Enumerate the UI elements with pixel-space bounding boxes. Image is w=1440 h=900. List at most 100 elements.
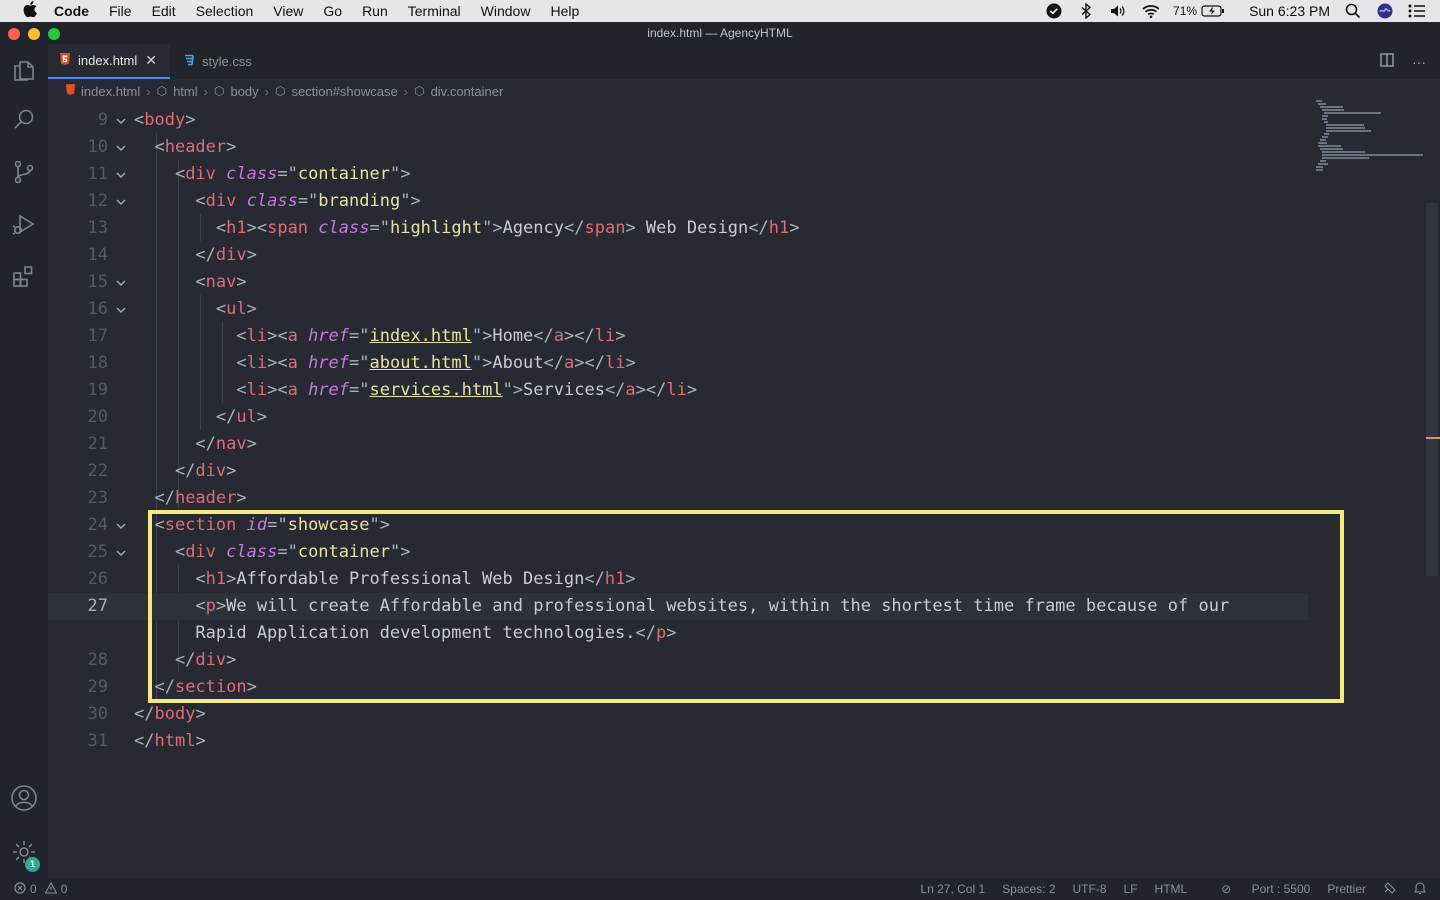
code-line[interactable]: 11 <div class="container"> [48, 161, 1308, 188]
app-menu-code[interactable]: Code [54, 3, 89, 19]
fold-chevron-icon[interactable] [116, 512, 128, 541]
code-token: We will create Affordable and profession… [226, 596, 1230, 616]
code-token: Web Design [645, 218, 749, 238]
battery-percent: 71% [1173, 4, 1198, 18]
code-line[interactable]: 16 <ul> [48, 296, 1308, 323]
dropbox-check-icon[interactable] [1045, 3, 1063, 19]
vertical-scrollbar[interactable] [1426, 203, 1438, 576]
language-mode[interactable]: HTML [1155, 882, 1188, 896]
live-server-port[interactable]: ⊘ Port : 5500 [1204, 882, 1310, 896]
code-line[interactable]: 12 <div class="branding"> [48, 188, 1308, 215]
minimap[interactable] [1316, 100, 1426, 171]
indentation[interactable]: Spaces: 2 [1002, 882, 1055, 896]
cursor-position[interactable]: Ln 27, Col 1 [920, 882, 985, 896]
code-line[interactable]: 13 <h1><span class="highlight">Agency</s… [48, 215, 1308, 242]
fold-chevron-icon[interactable] [116, 188, 128, 217]
end-of-line[interactable]: LF [1124, 882, 1138, 896]
fold-chevron-icon[interactable] [116, 539, 128, 568]
menu-view[interactable]: View [273, 3, 303, 19]
menu-go[interactable]: Go [323, 3, 342, 19]
volume-icon[interactable] [1109, 3, 1127, 19]
code-line[interactable]: 18 <li><a href="about.html">About</a></l… [48, 350, 1308, 377]
code-line[interactable]: 17 <li><a href="index.html">Home</a></li… [48, 323, 1308, 350]
code-line[interactable]: 27 <p>We will create Affordable and prof… [48, 593, 1308, 620]
code-line[interactable]: 28 </div> [48, 647, 1308, 674]
menu-selection[interactable]: Selection [196, 3, 254, 19]
code-token: "> [369, 515, 390, 535]
accounts-icon[interactable] [0, 774, 48, 822]
code-line[interactable]: 25 <div class="container"> [48, 539, 1308, 566]
error-count[interactable]: 0 [30, 882, 37, 896]
menu-window[interactable]: Window [481, 3, 531, 19]
encoding[interactable]: UTF-8 [1073, 882, 1107, 896]
menubar-clock[interactable]: Sun 6:23 PM [1249, 3, 1330, 19]
menu-help[interactable]: Help [550, 3, 579, 19]
extensions-icon[interactable] [0, 252, 48, 300]
code-line[interactable]: 24 <section id="showcase"> [48, 512, 1308, 539]
line-number: 23 [87, 488, 108, 508]
apple-menu-icon[interactable] [20, 1, 40, 21]
code-line[interactable]: 19 <li><a href="services.html">Services<… [48, 377, 1308, 404]
menu-run[interactable]: Run [362, 3, 388, 19]
manage-gear-icon[interactable]: 1 [0, 828, 48, 876]
prettier-status[interactable]: Prettier [1327, 882, 1366, 896]
errors-icon[interactable] [14, 881, 26, 897]
window-zoom-button[interactable] [48, 28, 60, 40]
code-line[interactable]: 23 </header> [48, 485, 1308, 512]
code-line[interactable]: 29 </section> [48, 674, 1308, 701]
code-line[interactable]: 9 <body> [48, 107, 1308, 134]
source-control-icon[interactable] [0, 148, 48, 196]
code-token: h1 [205, 569, 227, 589]
code-line[interactable]: 10 <header> [48, 134, 1308, 161]
wifi-icon[interactable] [1141, 3, 1160, 19]
notification-center-icon[interactable] [1408, 3, 1426, 19]
breadcrumb-item-body[interactable]: ⬡ body [214, 84, 259, 99]
code-line[interactable]: Rapid Application development technologi… [48, 620, 1308, 647]
menu-file[interactable]: File [109, 3, 132, 19]
fold-chevron-icon[interactable] [116, 134, 128, 163]
breadcrumb-item-file[interactable]: index.html [66, 84, 140, 99]
run-debug-icon[interactable] [0, 200, 48, 248]
notifications-bell-icon[interactable] [1413, 881, 1427, 898]
code-editor[interactable]: 9 <body> 10 <header> 11 <div class="contain… [48, 103, 1440, 878]
code-token: span [584, 218, 626, 238]
code-line[interactable]: 21 </nav> [48, 431, 1308, 458]
siri-icon[interactable] [1376, 3, 1394, 19]
fold-chevron-icon[interactable] [116, 107, 128, 136]
battery-charging-icon[interactable] [1201, 3, 1225, 19]
tab-style-css[interactable]: style.css [170, 44, 278, 79]
breadcrumb-item-html[interactable]: ⬡ html [157, 84, 198, 99]
window-close-button[interactable] [8, 28, 20, 40]
bluetooth-icon[interactable] [1077, 3, 1095, 19]
close-tab-icon[interactable]: ✕ [145, 52, 157, 69]
code-line[interactable]: 26 <h1>Affordable Professional Web Desig… [48, 566, 1308, 593]
menu-edit[interactable]: Edit [152, 3, 176, 19]
code-token: "> [471, 326, 493, 346]
code-token: > [226, 137, 237, 157]
warnings-icon[interactable] [44, 881, 58, 897]
code-line[interactable]: 14 </div> [48, 242, 1308, 269]
search-icon[interactable] [0, 96, 48, 144]
code-line[interactable]: 30 </body> [48, 701, 1308, 728]
code-line[interactable]: 15 <nav> [48, 269, 1308, 296]
feedback-icon[interactable] [1383, 881, 1397, 898]
breadcrumb-item-div[interactable]: ⬡ div.container [414, 84, 503, 99]
tab-index-html[interactable]: index.html ✕ [48, 44, 170, 79]
fold-chevron-icon[interactable] [116, 296, 128, 325]
explorer-icon[interactable] [0, 46, 48, 94]
code-line[interactable]: 22 </div> [48, 458, 1308, 485]
spotlight-search-icon[interactable] [1344, 3, 1362, 19]
more-actions-icon[interactable]: ··· [1412, 54, 1426, 70]
split-editor-icon[interactable] [1380, 53, 1394, 70]
code-token: </ [748, 218, 769, 238]
code-line[interactable]: 31 </html> [48, 728, 1308, 755]
menu-terminal[interactable]: Terminal [408, 3, 461, 19]
code-line[interactable]: 20 </ul> [48, 404, 1308, 431]
fold-chevron-icon[interactable] [116, 269, 128, 298]
warning-count[interactable]: 0 [61, 882, 68, 896]
fold-chevron-icon[interactable] [116, 161, 128, 190]
code-token: < [134, 137, 165, 157]
window-minimize-button[interactable] [28, 28, 40, 40]
breadcrumb-item-section[interactable]: ⬡ section#showcase [275, 84, 398, 99]
